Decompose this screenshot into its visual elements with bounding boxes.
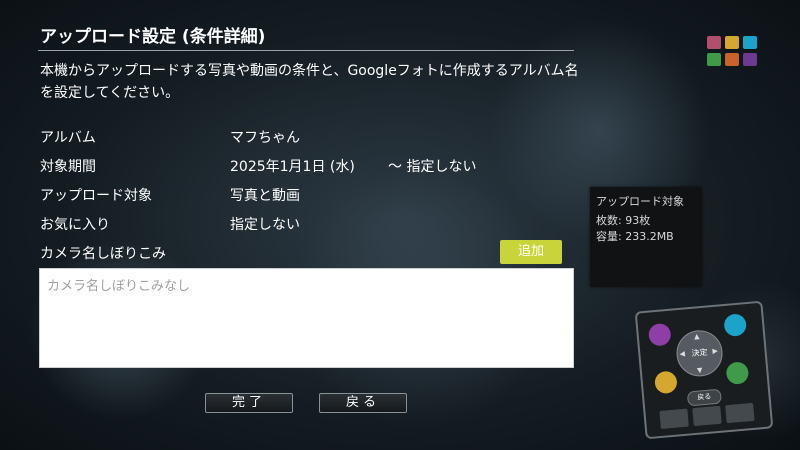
camera-filter-placeholder: カメラ名しぼりこみなし	[47, 279, 191, 294]
yellow-button-icon	[654, 370, 678, 395]
grid-cell	[725, 53, 739, 66]
done-button[interactable]: 完了	[205, 393, 293, 413]
album-label: アルバム	[40, 130, 96, 146]
color-grid-icon	[707, 36, 757, 69]
arrow-up-icon: ▲	[693, 332, 700, 341]
upload-target-label: アップロード対象	[40, 188, 152, 204]
title-divider	[38, 50, 574, 51]
favorite-value[interactable]: 指定しない	[230, 214, 300, 234]
summary-title: アップロード対象	[596, 195, 684, 208]
blue-button-icon	[723, 313, 748, 338]
page-title: アップロード設定 (条件詳細)	[40, 27, 266, 47]
back-button[interactable]: 戻る	[319, 393, 407, 413]
grid-cell	[725, 36, 739, 49]
grid-cell	[743, 53, 757, 66]
period-label: 対象期間	[40, 159, 96, 175]
add-camera-button[interactable]: 追加	[500, 240, 562, 264]
remote-key	[725, 402, 755, 424]
album-value[interactable]: マフちゃん	[230, 127, 300, 147]
grid-cell	[707, 36, 721, 49]
remote-control-guide: ▲ ▼ ◀ ▶ 決定 戻る	[634, 300, 774, 440]
summary-size: 容量: 233.2MB	[596, 230, 674, 243]
summary-count: 枚数: 93枚	[596, 214, 651, 227]
remote-back-label: 戻る	[686, 388, 722, 407]
dpad-center-label: 決定	[691, 347, 708, 359]
arrow-right-icon: ▶	[712, 346, 719, 356]
page-description: 本機からアップロードする写真や動画の条件と、Googleフォトに作成するアルバム…	[40, 63, 579, 101]
remote-key	[659, 408, 689, 429]
upload-target-value[interactable]: 写真と動画	[230, 185, 300, 205]
purple-button-icon	[647, 322, 672, 347]
green-button-icon	[725, 361, 750, 386]
dpad-icon: ▲ ▼ ◀ ▶ 決定	[674, 328, 725, 379]
period-start-value[interactable]: 2025年1月1日 (水)	[230, 156, 355, 176]
remote-key	[692, 405, 722, 427]
period-end-value[interactable]: ～ 指定しない	[388, 156, 476, 176]
arrow-down-icon: ▼	[696, 366, 703, 375]
grid-cell	[743, 36, 757, 49]
camera-filter-list[interactable]: カメラ名しぼりこみなし	[39, 268, 574, 368]
upload-summary-panel: アップロード対象 枚数: 93枚 容量: 233.2MB	[590, 187, 702, 287]
arrow-left-icon: ◀	[679, 349, 686, 359]
grid-cell	[707, 53, 721, 66]
camera-filter-label: カメラ名しぼりこみ	[40, 246, 166, 262]
favorite-label: お気に入り	[40, 217, 110, 233]
